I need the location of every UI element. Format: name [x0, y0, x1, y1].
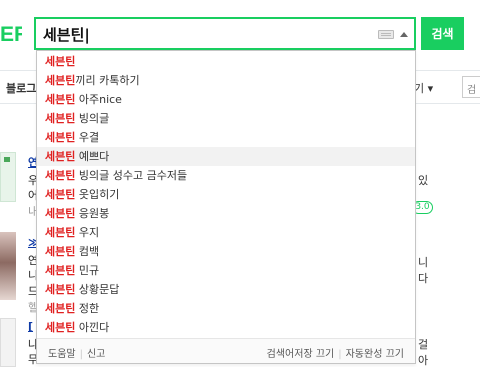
- result-snippet: 니: [418, 256, 429, 269]
- search-history-off-link[interactable]: 검색어저장 끄기: [267, 349, 335, 360]
- suggestion-query: 세븐틴: [45, 264, 76, 277]
- suggestion-text: 빙의글: [75, 112, 110, 125]
- suggestion-query: 세븐틴: [45, 55, 76, 68]
- suggestion-query: 세븐틴: [45, 321, 76, 334]
- suggestion-query: 세븐틴: [45, 188, 76, 201]
- suggestion-item[interactable]: 세븐틴 우결: [37, 128, 415, 147]
- suggestion-query: 세븐틴: [45, 112, 76, 125]
- suggestion-item-highlighted[interactable]: 세븐틴 예쁘다: [37, 147, 415, 166]
- suggestion-item[interactable]: 세븐틴 옷입히기: [37, 185, 415, 204]
- suggestion-query: 세븐틴: [45, 169, 76, 182]
- suggestion-item[interactable]: 세븐틴 민규: [37, 261, 415, 280]
- suggestion-item[interactable]: 세븐틴 빙의글: [37, 109, 415, 128]
- suggestion-item[interactable]: 세븐틴 상황문답: [37, 280, 415, 299]
- autocomplete-footer: 도움말 | 신고 검색어저장 끄기 | 자동완성 끄기: [37, 338, 415, 363]
- suggestion-text: 정한: [75, 302, 100, 315]
- suggestion-text: 아주nice: [75, 93, 122, 106]
- suggestion-list: 세븐틴 세븐틴끼리 카톡하기 세븐틴 아주nice 세븐틴 빙의글 세븐틴 우결…: [37, 52, 415, 337]
- suggestion-query: 세븐틴: [45, 207, 76, 220]
- suggestion-item[interactable]: 세븐틴 컴백: [37, 242, 415, 261]
- suggestion-item[interactable]: 세븐틴 아주nice: [37, 90, 415, 109]
- result-thumbnail[interactable]: [0, 152, 16, 202]
- suggestion-query: 세븐틴: [45, 150, 76, 163]
- suggestion-text: 상황문답: [75, 283, 120, 296]
- result-thumbnail[interactable]: [0, 318, 16, 367]
- search-box: [34, 17, 416, 50]
- suggestion-text: 옷입히기: [75, 188, 120, 201]
- suggestion-item[interactable]: 세븐틴 빙의글 성수고 금수저들: [37, 166, 415, 185]
- result-snippet: 걸: [418, 338, 429, 351]
- tab-more[interactable]: 기 ▾: [414, 80, 433, 96]
- result-snippet: 아: [418, 354, 429, 367]
- suggestion-item[interactable]: 세븐틴 우지: [37, 223, 415, 242]
- suggestion-item[interactable]: 세븐틴: [37, 52, 415, 71]
- suggestion-text: 민규: [75, 264, 100, 277]
- result-search-field[interactable]: 검: [462, 76, 480, 98]
- help-link[interactable]: 도움말: [48, 349, 76, 360]
- result-snippet: 있: [418, 174, 429, 187]
- search-button[interactable]: 검색: [421, 17, 464, 50]
- tab-blog[interactable]: 블로그: [6, 80, 36, 96]
- suggestion-text: 빙의글 성수고 금수저들: [75, 169, 188, 182]
- suggestion-query: 세븐틴: [45, 245, 76, 258]
- suggestion-text: 응원봉: [75, 207, 110, 220]
- naver-logo[interactable]: ER: [0, 24, 22, 46]
- suggestion-query: 세븐틴: [45, 302, 76, 315]
- suggestion-text: 우지: [75, 226, 100, 239]
- suggestion-text: 끼리 카톡하기: [75, 74, 140, 87]
- suggestion-item[interactable]: 세븐틴 정한: [37, 299, 415, 318]
- suggestion-text: 우결: [75, 131, 100, 144]
- autocomplete-off-link[interactable]: 자동완성 끄기: [346, 349, 404, 360]
- report-link[interactable]: 신고: [87, 349, 105, 360]
- search-input[interactable]: [43, 23, 363, 45]
- suggestion-text: 예쁘다: [75, 150, 110, 163]
- result-thumbnail[interactable]: [0, 232, 16, 300]
- result-snippet: 다: [418, 272, 429, 285]
- autocomplete-dropdown: 세븐틴 세븐틴끼리 카톡하기 세븐틴 아주nice 세븐틴 빙의글 세븐틴 우결…: [36, 50, 416, 364]
- suggestion-query: 세븐틴: [45, 226, 76, 239]
- suggestion-query: 세븐틴: [45, 74, 76, 87]
- suggestion-item[interactable]: 세븐틴 응원봉: [37, 204, 415, 223]
- suggestion-item[interactable]: 세븐틴 아낀다: [37, 318, 415, 337]
- keyboard-icon[interactable]: [378, 30, 394, 39]
- suggestion-text: 컴백: [75, 245, 100, 258]
- suggestion-query: 세븐틴: [45, 93, 76, 106]
- caret-up-icon[interactable]: [400, 32, 408, 37]
- suggestion-text: 아낀다: [75, 321, 110, 334]
- divider: |: [79, 349, 83, 360]
- divider: |: [338, 349, 342, 360]
- result-title[interactable]: [: [28, 320, 33, 333]
- suggestion-query: 세븐틴: [45, 283, 76, 296]
- suggestion-item[interactable]: 세븐틴끼리 카톡하기: [37, 71, 415, 90]
- suggestion-query: 세븐틴: [45, 131, 76, 144]
